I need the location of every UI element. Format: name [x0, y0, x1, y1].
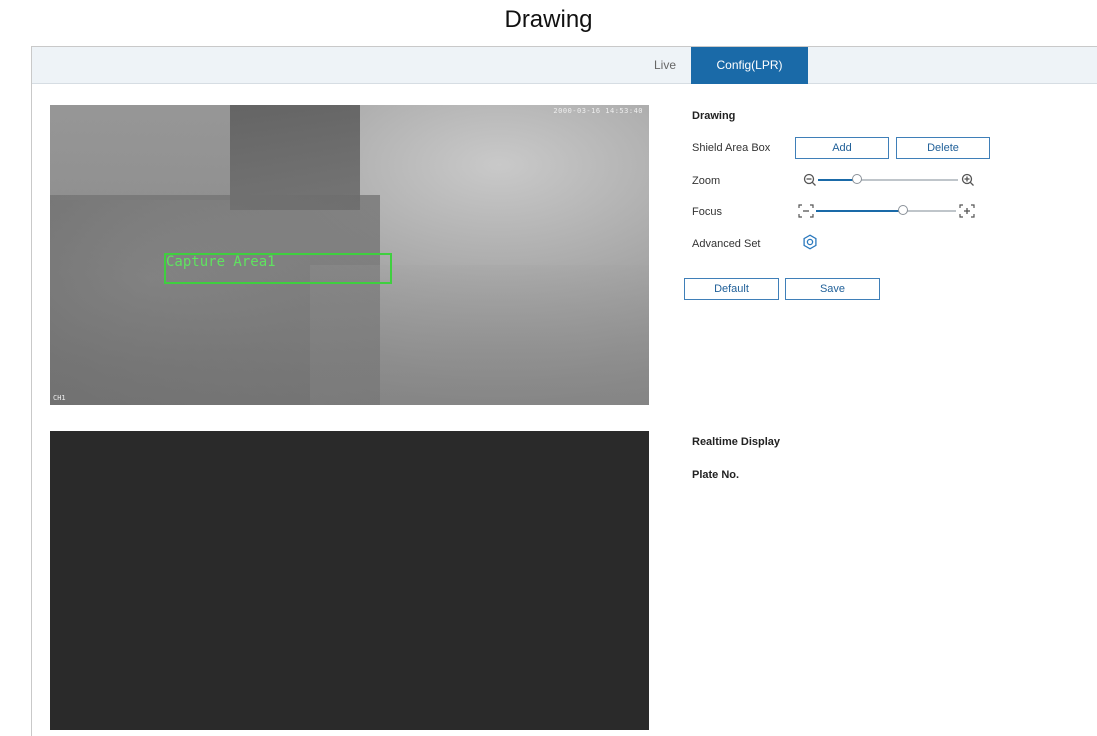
focus-far-icon[interactable]: [959, 204, 975, 218]
focus-near-icon[interactable]: [798, 204, 814, 218]
focus-slider[interactable]: [816, 204, 956, 218]
video-shade: [50, 105, 230, 200]
default-button[interactable]: Default: [684, 278, 779, 300]
realtime-display-title: Realtime Display: [692, 436, 781, 448]
page-title: Drawing: [504, 6, 593, 33]
live-video-view[interactable]: 2000-03-16 14:53:40 CH1 Capture Area1: [50, 105, 649, 405]
gear-icon[interactable]: [802, 234, 818, 250]
capture-area-label: Capture Area1: [166, 254, 276, 270]
plate-no-label: Plate No.: [692, 469, 740, 481]
capture-area-box[interactable]: Capture Area1: [164, 253, 392, 284]
video-channel-mark: CH1: [53, 394, 66, 402]
zoom-in-icon[interactable]: [961, 173, 975, 187]
tab-config-lpr[interactable]: Config(LPR): [691, 47, 808, 84]
snapshot-view: [50, 431, 649, 730]
zoom-label: Zoom: [692, 175, 721, 187]
video-timestamp: 2000-03-16 14:53:40: [553, 107, 643, 115]
zoom-slider[interactable]: [818, 173, 958, 187]
delete-button[interactable]: Delete: [896, 137, 990, 159]
save-button[interactable]: Save: [785, 278, 880, 300]
tab-bar: Live Config(LPR): [32, 47, 1097, 84]
shield-area-box-label: Shield Area Box: [692, 142, 771, 154]
add-button[interactable]: Add: [795, 137, 889, 159]
video-shade: [310, 265, 649, 405]
zoom-slider-thumb[interactable]: [852, 174, 862, 184]
focus-label: Focus: [692, 206, 722, 218]
focus-slider-fill: [816, 210, 903, 212]
drawing-section-title: Drawing: [692, 110, 736, 122]
tab-live[interactable]: Live: [640, 47, 690, 84]
main-frame: Live Config(LPR) 2000-03-16 14:53:40 CH1…: [31, 46, 1097, 736]
focus-slider-thumb[interactable]: [898, 205, 908, 215]
advanced-set-label: Advanced Set: [692, 238, 761, 250]
zoom-out-icon[interactable]: [803, 173, 817, 187]
